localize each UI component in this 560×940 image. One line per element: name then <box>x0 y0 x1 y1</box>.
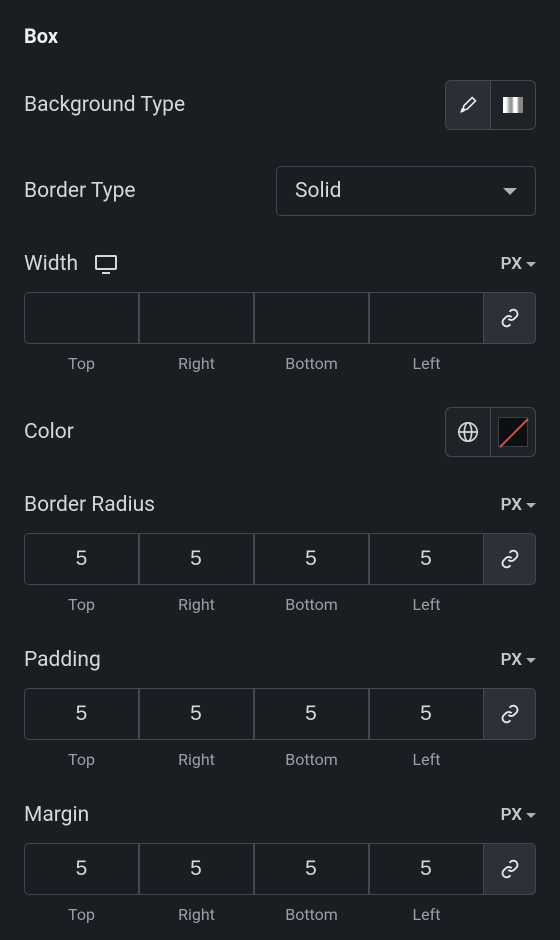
width-unit-select[interactable]: PX <box>501 254 536 274</box>
padding-left-input[interactable] <box>369 688 484 740</box>
margin-unit-value: PX <box>501 805 522 825</box>
link-icon <box>500 859 520 879</box>
margin-right-label: Right <box>178 905 215 924</box>
chevron-down-icon <box>526 813 536 818</box>
width-right-label: Right <box>178 354 215 373</box>
width-label: Width <box>24 252 78 276</box>
padding-left-label: Left <box>413 750 441 769</box>
background-type-label: Background Type <box>24 93 185 117</box>
padding-unit-value: PX <box>501 650 522 670</box>
padding-top-label: Top <box>68 750 95 769</box>
section-title: Box <box>24 24 536 48</box>
margin-block: Margin PX Top Right Bottom Left <box>24 803 536 924</box>
color-picker-button[interactable] <box>490 407 536 457</box>
padding-bottom-input[interactable] <box>254 688 369 740</box>
margin-right-input[interactable] <box>139 843 254 895</box>
chevron-down-icon <box>526 658 536 663</box>
background-solid-button[interactable] <box>445 80 491 130</box>
padding-label: Padding <box>24 648 101 672</box>
width-right-input[interactable] <box>139 292 254 344</box>
margin-left-input[interactable] <box>369 843 484 895</box>
border-type-select[interactable]: Solid <box>276 166 536 216</box>
padding-top-input[interactable] <box>24 688 139 740</box>
gradient-icon <box>503 97 523 113</box>
global-color-button[interactable] <box>445 407 491 457</box>
padding-right-label: Right <box>178 750 215 769</box>
color-label: Color <box>24 420 74 444</box>
border-radius-block: Border Radius PX Top Right Bottom Left <box>24 493 536 614</box>
margin-bottom-input[interactable] <box>254 843 369 895</box>
border-type-row: Border Type Solid <box>24 166 536 216</box>
border-radius-bottom-input[interactable] <box>254 533 369 585</box>
width-left-label: Left <box>413 354 441 373</box>
width-top-label: Top <box>68 354 95 373</box>
margin-unit-select[interactable]: PX <box>501 805 536 825</box>
border-type-label: Border Type <box>24 179 136 203</box>
background-type-group <box>445 80 536 130</box>
link-icon <box>500 704 520 724</box>
border-radius-bottom-label: Bottom <box>285 595 338 614</box>
border-radius-right-input[interactable] <box>139 533 254 585</box>
padding-unit-select[interactable]: PX <box>501 650 536 670</box>
margin-link-button[interactable] <box>484 843 536 895</box>
width-link-button[interactable] <box>484 292 536 344</box>
brush-icon <box>458 95 478 115</box>
border-radius-left-input[interactable] <box>369 533 484 585</box>
border-radius-label: Border Radius <box>24 493 155 517</box>
background-gradient-button[interactable] <box>490 80 536 130</box>
padding-block: Padding PX Top Right Bottom Left <box>24 648 536 769</box>
margin-label: Margin <box>24 803 89 827</box>
margin-top-input[interactable] <box>24 843 139 895</box>
width-left-input[interactable] <box>369 292 484 344</box>
margin-top-label: Top <box>68 905 95 924</box>
width-bottom-input[interactable] <box>254 292 369 344</box>
desktop-icon[interactable] <box>94 254 118 274</box>
width-unit-value: PX <box>501 254 522 274</box>
width-top-input[interactable] <box>24 292 139 344</box>
width-block: Width PX Top Right Bottom Left <box>24 252 536 373</box>
globe-icon <box>457 421 479 443</box>
background-type-row: Background Type <box>24 80 536 130</box>
border-radius-right-label: Right <box>178 595 215 614</box>
color-row: Color <box>24 407 536 457</box>
border-radius-top-input[interactable] <box>24 533 139 585</box>
width-bottom-label: Bottom <box>285 354 338 373</box>
margin-bottom-label: Bottom <box>285 905 338 924</box>
margin-left-label: Left <box>413 905 441 924</box>
color-group <box>445 407 536 457</box>
chevron-down-icon <box>526 262 536 267</box>
border-radius-unit-value: PX <box>501 495 522 515</box>
border-radius-link-button[interactable] <box>484 533 536 585</box>
border-radius-unit-select[interactable]: PX <box>501 495 536 515</box>
color-none-icon <box>498 417 528 447</box>
padding-right-input[interactable] <box>139 688 254 740</box>
chevron-down-icon <box>503 188 517 195</box>
chevron-down-icon <box>526 503 536 508</box>
link-icon <box>500 308 520 328</box>
border-radius-top-label: Top <box>68 595 95 614</box>
border-radius-left-label: Left <box>413 595 441 614</box>
border-type-value: Solid <box>295 179 342 203</box>
link-icon <box>500 549 520 569</box>
padding-link-button[interactable] <box>484 688 536 740</box>
padding-bottom-label: Bottom <box>285 750 338 769</box>
